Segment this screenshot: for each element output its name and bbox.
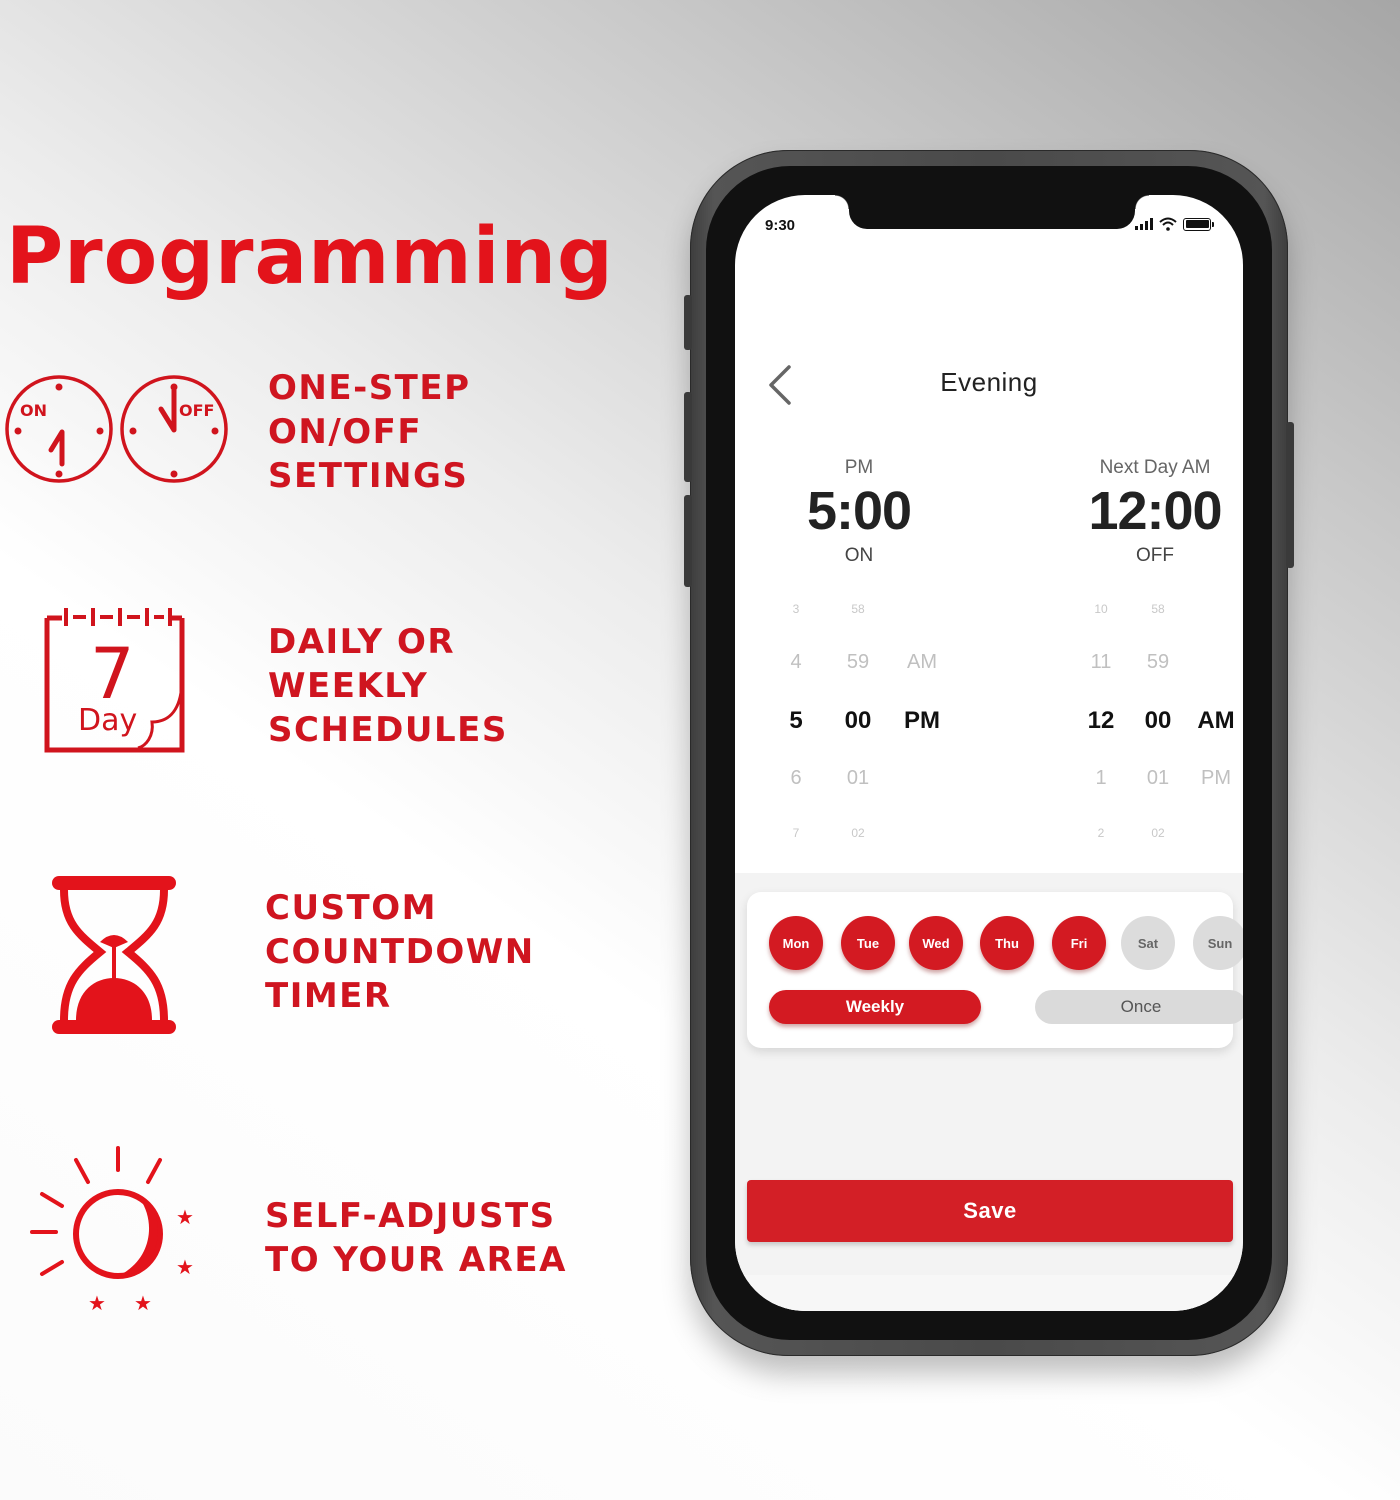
picker-option[interactable]: 01 bbox=[833, 767, 883, 790]
feature-line: CUSTOM bbox=[265, 888, 437, 928]
picker-selected-value[interactable]: 5 bbox=[781, 707, 811, 735]
picker-option[interactable]: 2 bbox=[1081, 826, 1121, 840]
on-meridiem-wheel[interactable]: AM PM bbox=[895, 195, 949, 895]
picker-option[interactable]: 11 bbox=[1081, 651, 1121, 674]
feature-self-adjusts-text: SELF-ADJUSTS TO YOUR AREA bbox=[265, 1194, 567, 1282]
feature-line: COUNTDOWN bbox=[265, 932, 535, 972]
off-minute-wheel[interactable]: 58 59 00 01 02 bbox=[1133, 195, 1183, 895]
picker-option[interactable]: AM bbox=[895, 651, 949, 674]
day-toggle-sun[interactable]: Sun bbox=[1193, 916, 1243, 970]
svg-text:★: ★ bbox=[88, 1291, 106, 1315]
calendar-word: Day bbox=[78, 703, 137, 738]
feature-timer-text: CUSTOM COUNTDOWN TIMER bbox=[265, 886, 535, 1018]
picker-selected-value[interactable]: AM bbox=[1189, 707, 1243, 735]
picker-option[interactable]: 02 bbox=[833, 826, 883, 840]
feature-line: DAILY OR bbox=[268, 622, 456, 662]
save-button[interactable]: Save bbox=[747, 1180, 1233, 1242]
day-toggle-thu[interactable]: Thu bbox=[980, 916, 1034, 970]
day-toggle-wed[interactable]: Wed bbox=[909, 916, 963, 970]
feature-line: SCHEDULES bbox=[268, 710, 508, 750]
volume-up-button bbox=[684, 392, 692, 482]
on-label: ON bbox=[20, 401, 47, 420]
day-toggle-fri[interactable]: Fri bbox=[1052, 916, 1106, 970]
picker-option[interactable]: 6 bbox=[781, 767, 811, 790]
picker-option[interactable]: 59 bbox=[833, 651, 883, 674]
picker-option[interactable]: 59 bbox=[1133, 651, 1183, 674]
day-toggle-tue[interactable]: Tue bbox=[841, 916, 895, 970]
svg-text:★: ★ bbox=[176, 1205, 194, 1229]
picker-selected-value[interactable]: 12 bbox=[1081, 707, 1121, 735]
footer-background bbox=[735, 1275, 1243, 1311]
day-toggle-mon[interactable]: Mon bbox=[769, 916, 823, 970]
phone-screen: 9:30 Evening PM 5:00 ON Next Day AM 12:0… bbox=[735, 195, 1243, 1311]
picker-option[interactable]: 4 bbox=[781, 651, 811, 674]
sun-moon-icon: ★ ★ ★ ★ bbox=[30, 1146, 194, 1315]
svg-text:★: ★ bbox=[176, 1255, 194, 1279]
picker-option[interactable]: PM bbox=[1189, 767, 1243, 790]
phone-bezel: 9:30 Evening PM 5:00 ON Next Day AM 12:0… bbox=[706, 166, 1272, 1340]
feature-schedules-text: DAILY OR WEEKLY SCHEDULES bbox=[268, 620, 508, 752]
hourglass-icon bbox=[52, 876, 176, 1034]
seven-day-calendar-icon: 7 Day bbox=[44, 608, 185, 753]
picker-option[interactable]: 02 bbox=[1133, 826, 1183, 840]
on-off-clocks-icon: ON OFF bbox=[5, 375, 228, 483]
feature-one-step-text: ONE-STEP ON/OFF SETTINGS bbox=[268, 366, 471, 498]
picker-option[interactable]: 7 bbox=[781, 826, 811, 840]
picker-option[interactable]: 3 bbox=[781, 602, 811, 616]
on-minute-wheel[interactable]: 58 59 00 01 02 bbox=[833, 195, 883, 895]
feature-line: TO YOUR AREA bbox=[265, 1240, 567, 1280]
feature-line: WEEKLY bbox=[268, 666, 429, 706]
picker-selected-value[interactable]: 00 bbox=[1133, 707, 1183, 735]
feature-line: ON/OFF bbox=[268, 412, 423, 452]
picker-option[interactable]: 10 bbox=[1081, 602, 1121, 616]
picker-selected-value[interactable]: 00 bbox=[833, 707, 883, 735]
picker-selected-value[interactable]: PM bbox=[895, 707, 949, 735]
off-hour-wheel[interactable]: 10 11 12 1 2 bbox=[1081, 195, 1121, 895]
feature-line: SETTINGS bbox=[268, 456, 469, 496]
volume-down-button bbox=[684, 495, 692, 587]
feature-line: ONE-STEP bbox=[268, 368, 471, 408]
picker-option[interactable]: 58 bbox=[1133, 602, 1183, 616]
power-button bbox=[1286, 422, 1294, 568]
feature-line: TIMER bbox=[265, 976, 392, 1016]
phone-frame: 9:30 Evening PM 5:00 ON Next Day AM 12:0… bbox=[684, 150, 1294, 1356]
picker-option[interactable]: 01 bbox=[1133, 767, 1183, 790]
day-toggle-sat[interactable]: Sat bbox=[1121, 916, 1175, 970]
repeat-mode-weekly-button[interactable]: Weekly bbox=[769, 990, 981, 1024]
on-hour-wheel[interactable]: 3 4 5 6 7 bbox=[781, 195, 811, 895]
repeat-mode-once-button[interactable]: Once bbox=[1035, 990, 1243, 1024]
feature-line: SELF-ADJUSTS bbox=[265, 1196, 556, 1236]
days-card: Mon Tue Wed Thu Fri Sat Sun Weekly Once bbox=[747, 892, 1243, 1048]
off-meridiem-wheel[interactable]: AM PM bbox=[1189, 195, 1243, 895]
svg-text:★: ★ bbox=[134, 1291, 152, 1315]
off-label: OFF bbox=[179, 401, 214, 420]
picker-option[interactable]: 1 bbox=[1081, 767, 1121, 790]
silent-switch bbox=[684, 295, 692, 350]
page-headline: Programming bbox=[6, 212, 614, 302]
picker-option[interactable]: 58 bbox=[833, 602, 883, 616]
